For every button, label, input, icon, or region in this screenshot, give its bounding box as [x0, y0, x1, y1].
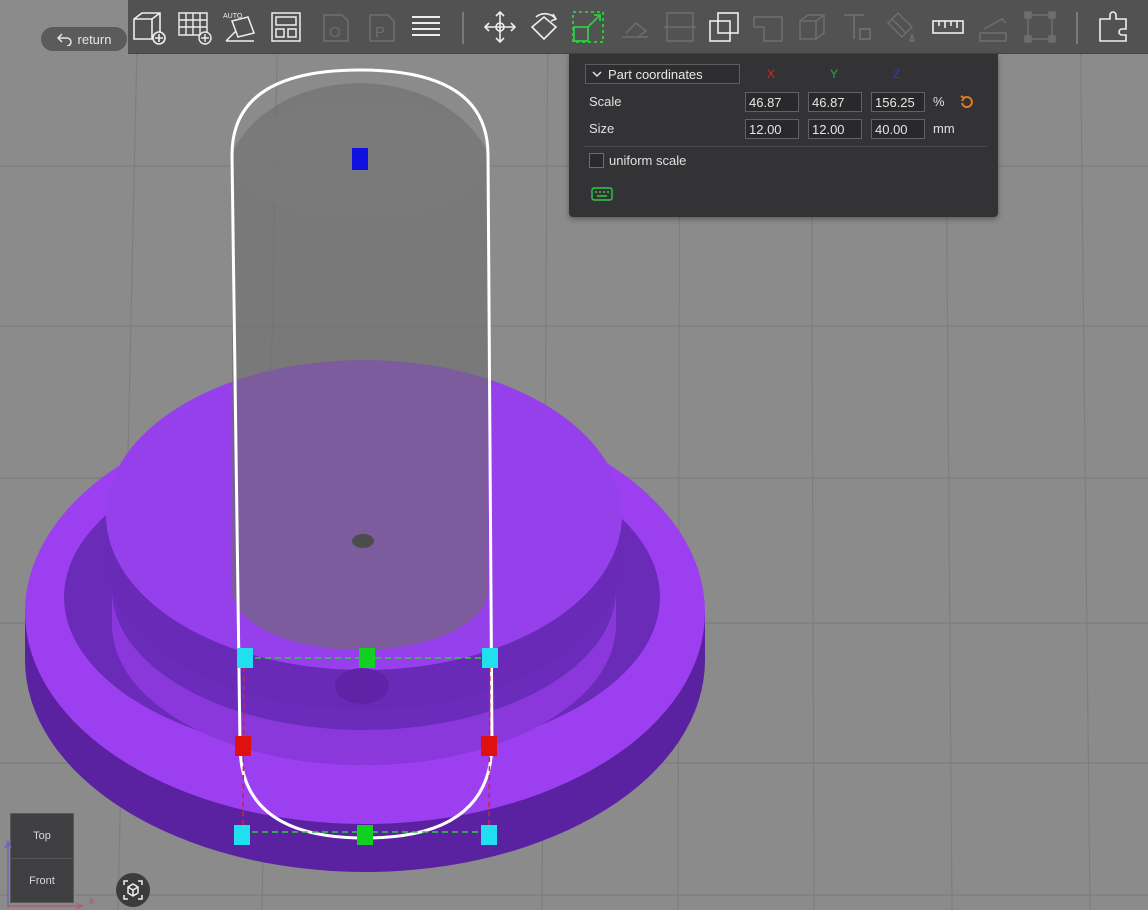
scale-handle-corner[interactable]	[237, 648, 253, 668]
plugins-icon	[1099, 11, 1127, 42]
boolean-button[interactable]	[706, 8, 742, 46]
text-tool-icon	[844, 14, 871, 40]
uniform-scale-label: uniform scale	[609, 153, 687, 168]
scale-handle-corner[interactable]	[482, 648, 498, 668]
coordinate-mode-label: Part coordinates	[608, 66, 703, 82]
size-z-field[interactable]	[871, 119, 925, 139]
axis-x-label: x	[89, 896, 94, 907]
view-mode-button[interactable]	[116, 873, 150, 907]
bounding-box-button[interactable]	[1022, 8, 1058, 46]
page-o-icon: O	[323, 14, 349, 42]
add-part-button[interactable]	[130, 8, 166, 46]
cut-plane-button[interactable]	[976, 8, 1012, 46]
axis-x-header: X	[767, 67, 776, 81]
coordinate-mode-select[interactable]: Part coordinates	[585, 64, 740, 84]
layout-panels-icon	[271, 12, 301, 42]
measure-button[interactable]	[930, 8, 966, 46]
plugins-button[interactable]	[1096, 8, 1132, 46]
undo-arrow-icon	[56, 33, 72, 46]
axis-y-label: y	[6, 838, 11, 849]
auto-layout-icon: AUTO	[223, 13, 255, 42]
size-y-field[interactable]	[808, 119, 862, 139]
svg-text:P: P	[375, 24, 385, 41]
axis-z-header: Z	[893, 67, 901, 81]
rotate-icon	[530, 12, 558, 41]
cut-plane-icon	[979, 18, 1007, 42]
hollow-button[interactable]	[750, 8, 786, 46]
scale-panel: Part coordinates X Y Z Scale % Size mm u…	[569, 54, 998, 217]
return-label: return	[77, 31, 112, 47]
split-icon	[664, 12, 696, 42]
size-label: Size	[589, 121, 615, 136]
lay-flat-icon	[622, 21, 648, 38]
paint-icon	[886, 11, 916, 42]
auto-layout-button[interactable]: AUTO	[222, 8, 258, 46]
text-tool-button[interactable]	[838, 8, 874, 46]
reset-icon[interactable]	[959, 94, 975, 110]
axis-y-header: Y	[830, 67, 839, 81]
scale-unit: %	[933, 94, 945, 109]
size-x-field[interactable]	[745, 119, 799, 139]
page-o-button[interactable]: O	[318, 8, 354, 46]
split-button[interactable]	[662, 8, 698, 46]
scale-x-field[interactable]	[745, 92, 799, 112]
hollow-icon	[753, 16, 783, 42]
scale-handle-x[interactable]	[235, 736, 251, 756]
svg-text:O: O	[329, 24, 341, 41]
toolbar-separator	[1076, 12, 1078, 44]
scale-handle-corner[interactable]	[234, 825, 250, 845]
add-grid-icon	[178, 12, 212, 45]
size-unit: mm	[933, 121, 955, 136]
paint-button[interactable]	[882, 8, 918, 46]
scale-icon	[572, 11, 604, 43]
view-3d-icon	[123, 880, 143, 900]
panel-divider	[583, 146, 987, 147]
measure-icon	[932, 20, 964, 34]
return-button[interactable]: return	[41, 27, 127, 51]
scale-y-field[interactable]	[808, 92, 862, 112]
scale-button[interactable]	[570, 8, 606, 46]
layers-icon	[412, 16, 440, 36]
add-part-icon	[133, 12, 166, 45]
uniform-scale-checkbox[interactable]	[589, 153, 604, 168]
move-button[interactable]	[482, 8, 518, 46]
lay-flat-button[interactable]	[616, 8, 652, 46]
add-grid-button[interactable]	[176, 8, 212, 46]
scale-handle-z[interactable]	[352, 148, 368, 170]
scale-handle-corner[interactable]	[481, 825, 497, 845]
bounding-box-icon	[1024, 11, 1056, 43]
layers-button[interactable]	[408, 8, 444, 46]
rotate-button[interactable]	[526, 8, 562, 46]
move-icon	[483, 10, 517, 44]
scale-label: Scale	[589, 94, 622, 109]
keyboard-icon[interactable]	[591, 187, 613, 201]
scale-handle-x[interactable]	[481, 736, 497, 756]
shell-icon	[799, 14, 825, 40]
scale-handle-y[interactable]	[359, 648, 375, 668]
top-toolbar: AUTO O P	[128, 0, 1148, 54]
axis-indicator	[4, 840, 84, 910]
scale-z-field[interactable]	[871, 92, 925, 112]
chevron-down-icon	[592, 71, 602, 77]
shell-button[interactable]	[794, 8, 830, 46]
layout-panels-button[interactable]	[268, 8, 304, 46]
toolbar-separator	[462, 12, 464, 44]
scale-handle-y[interactable]	[357, 825, 373, 845]
page-p-icon: P	[369, 14, 395, 42]
boolean-icon	[709, 12, 739, 42]
page-p-button[interactable]: P	[364, 8, 400, 46]
